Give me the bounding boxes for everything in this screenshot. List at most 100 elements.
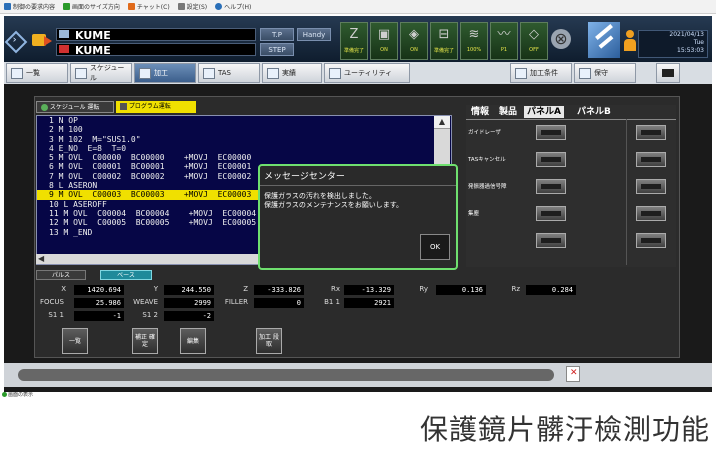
tab-maintenance[interactable]: 保守 (574, 63, 636, 83)
user-icon[interactable] (624, 30, 636, 52)
oscillator-toggle[interactable] (536, 179, 566, 194)
y-label: Y (153, 285, 158, 293)
s12-value: -2 (164, 311, 214, 321)
status-ready: Z 準備完了 (340, 22, 368, 60)
tas-icon (203, 67, 215, 79)
tab-spacer-2 (636, 62, 654, 84)
x-label: X (61, 285, 66, 293)
robot-name-1: KUME (56, 28, 256, 42)
tas-cancel-toggle[interactable] (536, 152, 566, 167)
spare-toggle-6[interactable] (636, 233, 666, 248)
menu-item-settings[interactable]: 設定(S) (177, 2, 207, 11)
tab-product[interactable]: 製品 (496, 106, 520, 118)
arrow-right-icon (44, 36, 52, 46)
wrench-icon (579, 67, 591, 79)
menu-item-screen[interactable]: 画面のサイズ方向 (63, 2, 120, 11)
scroll-up-icon[interactable]: ▲ (434, 116, 450, 129)
tab-panel-b[interactable]: パネルB (574, 106, 614, 118)
spare-toggle-1[interactable] (536, 233, 566, 248)
rx-label: Rx (330, 285, 340, 293)
spare-toggle-3[interactable] (636, 152, 666, 167)
tp-button[interactable]: T.P (260, 28, 294, 41)
chevron-right-icon: › (12, 34, 17, 46)
tab-utility[interactable]: ユーティリティ (324, 63, 410, 83)
brand-logo (588, 22, 620, 58)
tab-schedule-run[interactable]: スケジュール 運転 (36, 101, 114, 113)
s11-value: -1 (74, 311, 124, 321)
base-mode-button[interactable]: ベース (100, 270, 152, 280)
tab-program-run[interactable]: プログラム運転 (116, 101, 196, 113)
caption-text: 保護鏡片髒汙檢測功能 (419, 413, 710, 446)
power-icon: ▣ (377, 27, 391, 42)
program-line[interactable]: 3 M 102 M="SUS1.0" (37, 135, 451, 144)
tab-info[interactable]: 情報 (468, 106, 492, 118)
tab-spacer (410, 62, 508, 84)
close-icon[interactable]: ⊗ (551, 29, 571, 49)
edit-button[interactable]: 編集 (180, 328, 206, 354)
guide-laser-toggle[interactable] (536, 125, 566, 140)
servo-icon: Z (349, 27, 359, 42)
z-label: Z (243, 285, 248, 293)
tab-tas[interactable]: TAS (198, 63, 260, 83)
dust-toggle[interactable] (536, 206, 566, 221)
program-line[interactable]: 1 N OP (37, 116, 451, 125)
process-setup-button[interactable]: 加工 段取 (256, 328, 282, 354)
clock-icon (75, 67, 87, 79)
laser-head-icon (139, 67, 151, 79)
main-tab-bar: 一覧 スケジュール 加工 TAS 実績 ユーティリティ 加工条件 保守 (4, 62, 712, 84)
message-center-dialog: メッセージセンター 保護ガラスの汚れを検出しました。 保護ガラスのメンテナンスを… (258, 164, 458, 270)
scroll-left-icon[interactable]: ◀ (38, 254, 44, 264)
tab-processing[interactable]: 加工 (134, 63, 196, 83)
spare-toggle-2[interactable] (636, 125, 666, 140)
status-on-1: ▣ ON (370, 22, 398, 60)
status-on-2: ◈ ON (400, 22, 428, 60)
status-off: ◇ OFF (520, 22, 548, 60)
spare-toggle-4[interactable] (636, 179, 666, 194)
rz-value: 0.284 (526, 285, 576, 295)
robot-name-2: KUME (56, 43, 256, 57)
weave-value: 2999 (164, 298, 214, 308)
robot-icon (59, 30, 69, 38)
tab-conditions[interactable]: 加工条件 (510, 63, 572, 83)
label-tas-cancel: TASキャンセル (468, 157, 506, 163)
program-line[interactable]: 5 M OVL C00000 BC00000 +MOVJ EC00000 (37, 153, 451, 162)
step-button[interactable]: STEP (260, 43, 294, 56)
spare-toggle-5[interactable] (636, 206, 666, 221)
list-icon (11, 67, 23, 79)
tab-list[interactable]: 一覧 (6, 63, 68, 83)
speed-icon: ≋ (468, 27, 480, 42)
b11-value: 2921 (344, 298, 394, 308)
tab-results[interactable]: 実績 (262, 63, 322, 83)
pulse-mode-button[interactable]: パルス (36, 270, 86, 280)
gate-icon: ⊟ (438, 27, 450, 42)
rx-value: -13.329 (344, 285, 394, 295)
status-ready-2: ⊟ 準備完了 (430, 22, 458, 60)
x-value: 1420.694 (74, 285, 124, 295)
label-oscillator: 発振器過信号障 (468, 184, 507, 190)
menu-item-help[interactable]: ヘルプ(H) (215, 2, 251, 11)
menu-item-chat[interactable]: チャット(C) (127, 2, 170, 11)
program-line[interactable]: 2 M 100 (37, 125, 451, 134)
s12-label: S1 2 (142, 311, 158, 319)
dialog-title: メッセージセンター (260, 166, 456, 186)
export-icon[interactable]: ✕ (566, 366, 580, 382)
label-guide-laser: ガイドレーザ (468, 130, 501, 136)
camera-button[interactable] (656, 63, 680, 83)
schedule-run-icon (41, 104, 48, 111)
tab-panel-a[interactable]: パネルA (524, 106, 564, 118)
program-line[interactable]: 4 E_NO E=8 T=0 (37, 144, 451, 153)
laser-icon: ◈ (409, 27, 419, 42)
list-button[interactable]: 一覧 (62, 328, 88, 354)
correction-confirm-button[interactable]: 補正 確定 (132, 328, 158, 354)
handy-button[interactable]: Handy (297, 28, 331, 41)
tab-schedule[interactable]: スケジュール (70, 63, 132, 83)
ok-button[interactable]: OK (420, 234, 450, 260)
control-icon (4, 3, 11, 10)
label-dust: 集塵 (468, 211, 480, 217)
camera-icon (662, 69, 674, 77)
ry-value: 0.136 (436, 285, 486, 295)
menu-item-control[interactable]: 制御の要求内容 (4, 2, 55, 11)
y-value: 244.550 (164, 285, 214, 295)
clock-display: 2021/04/13 Tue 15:53:03 (638, 30, 708, 58)
dialog-message-line-1: 保護ガラスの汚れを検出しました。 (264, 192, 376, 200)
